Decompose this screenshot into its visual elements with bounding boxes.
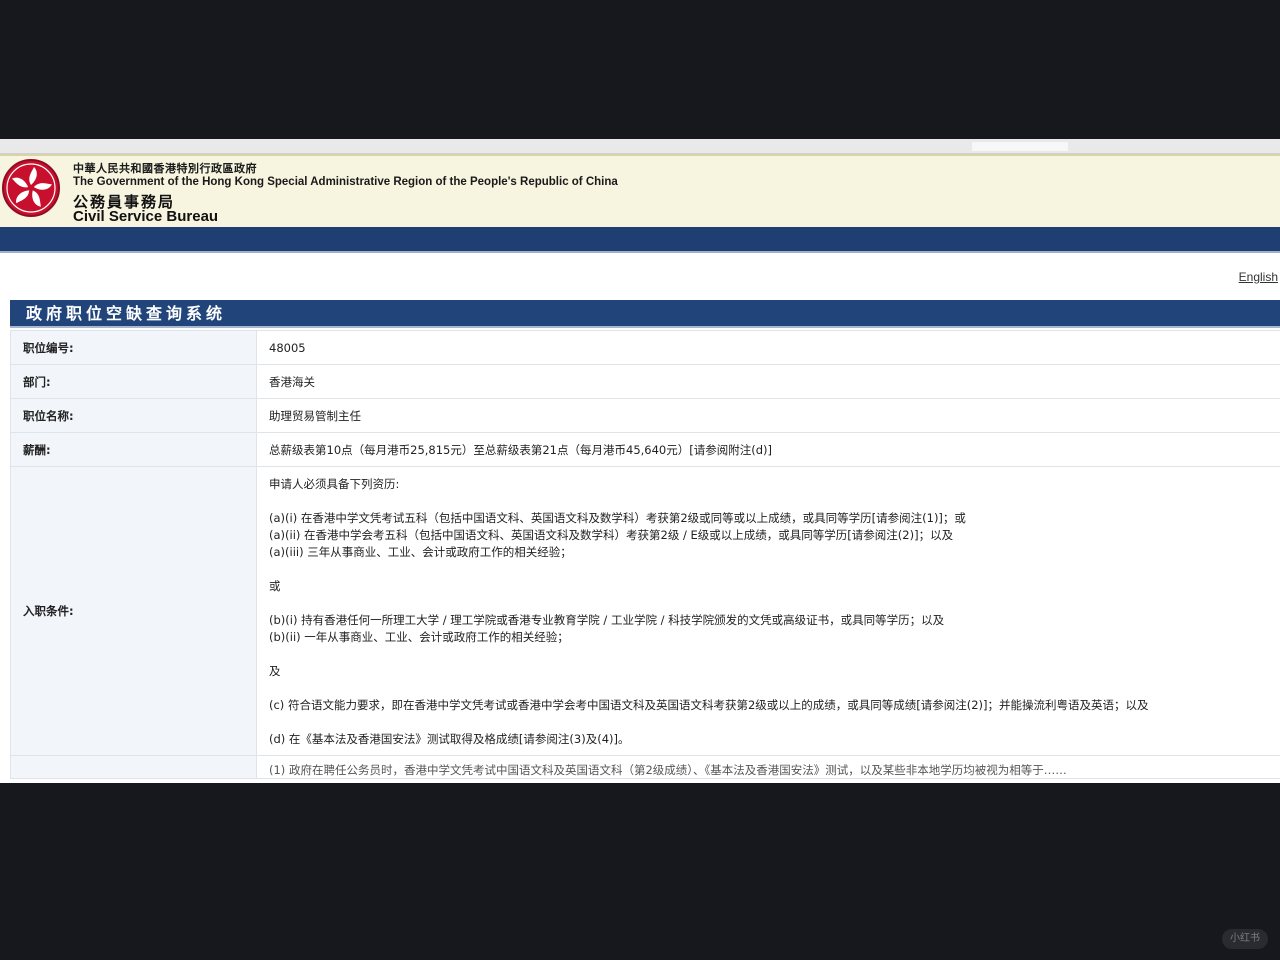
navigation-bar — [0, 227, 1280, 253]
requirement-d: (d) 在《基本法及香港国安法》测试取得及格成绩[请参阅注(3)及(4)]。 — [269, 732, 630, 746]
header-banner: 中華人民共和國香港特別行政區政府 The Government of the H… — [0, 154, 1280, 228]
job-details-table: 职位编号: 48005 部门: 香港海关 职位名称: 助理贸易管制主任 薪酬: … — [10, 330, 1280, 779]
browser-tab-strip — [0, 139, 1280, 154]
requirement-and: 及 — [269, 664, 281, 678]
government-name-english: The Government of the Hong Kong Special … — [73, 176, 618, 188]
salary-label: 薪酬: — [10, 432, 257, 467]
requirement-b1: (b)(i) 持有香港任何一所理工大学 / 理工学院或香港专业教育学院 / 工业… — [269, 613, 945, 627]
department-value: 香港海关 — [256, 364, 1280, 399]
requirement-a1: (a)(i) 在香港中学文凭考试五科（包括中国语文科、英国语文科及数学科）考获第… — [269, 511, 966, 525]
system-title-bar: 政府职位空缺查询系统 — [10, 300, 1280, 328]
department-label: 部门: — [10, 364, 257, 399]
watermark: 小红书 — [1222, 929, 1268, 949]
language-switch-link[interactable]: English — [1239, 270, 1278, 284]
requirement-a2: (a)(ii) 在香港中学会考五科（包括中国语文科、英国语文科及数学科）考获第2… — [269, 528, 954, 542]
government-name-chinese: 中華人民共和國香港特別行政區政府 — [73, 162, 257, 175]
job-number-label: 职位编号: — [10, 330, 257, 365]
table-row: 薪酬: 总薪级表第10点（每月港币25,815元）至总薪级表第21点（每月港币4… — [10, 432, 1280, 467]
notes-label — [10, 755, 257, 779]
requirement-a3: (a)(iii) 三年从事商业、工业、会计或政府工作的相关经验； — [269, 545, 572, 559]
bureau-name-english: Civil Service Bureau — [73, 208, 219, 225]
table-row: 部门: 香港海关 — [10, 364, 1280, 399]
job-title-label: 职位名称: — [10, 398, 257, 433]
table-row: 入职条件: 申请人必须具备下列资历: (a)(i) 在香港中学文凭考试五科（包括… — [10, 466, 1280, 756]
screenshot-area: 中華人民共和國香港特別行政區政府 The Government of the H… — [0, 139, 1280, 783]
table-row: 职位名称: 助理贸易管制主任 — [10, 398, 1280, 433]
requirement-c: (c) 符合语文能力要求，即在香港中学文凭考试或香港中学会考中国语文科及英国语文… — [269, 698, 1149, 712]
table-row: (1) 政府在聘任公务员时，香港中学文凭考试中国语文科及英国语文科（第2级成绩）… — [10, 755, 1280, 779]
notes-value: (1) 政府在聘任公务员时，香港中学文凭考试中国语文科及英国语文科（第2级成绩）… — [256, 755, 1280, 779]
job-title-value: 助理贸易管制主任 — [256, 398, 1280, 433]
salary-value: 总薪级表第10点（每月港币25,815元）至总薪级表第21点（每月港币45,64… — [256, 432, 1280, 467]
notes-text: (1) 政府在聘任公务员时，香港中学文凭考试中国语文科及英国语文科（第2级成绩）… — [269, 763, 1067, 777]
table-row: 职位编号: 48005 — [10, 330, 1280, 365]
requirement-or: 或 — [269, 579, 281, 593]
browser-tab[interactable] — [972, 142, 1068, 151]
requirements-label: 入职条件: — [10, 466, 257, 756]
job-number-value: 48005 — [256, 330, 1280, 365]
requirements-intro: 申请人必须具备下列资历: — [269, 477, 400, 491]
requirements-value: 申请人必须具备下列资历: (a)(i) 在香港中学文凭考试五科（包括中国语文科、… — [256, 466, 1280, 756]
requirement-b2: (b)(ii) 一年从事商业、工业、会计或政府工作的相关经验； — [269, 630, 569, 644]
hksar-emblem-icon — [2, 159, 60, 217]
